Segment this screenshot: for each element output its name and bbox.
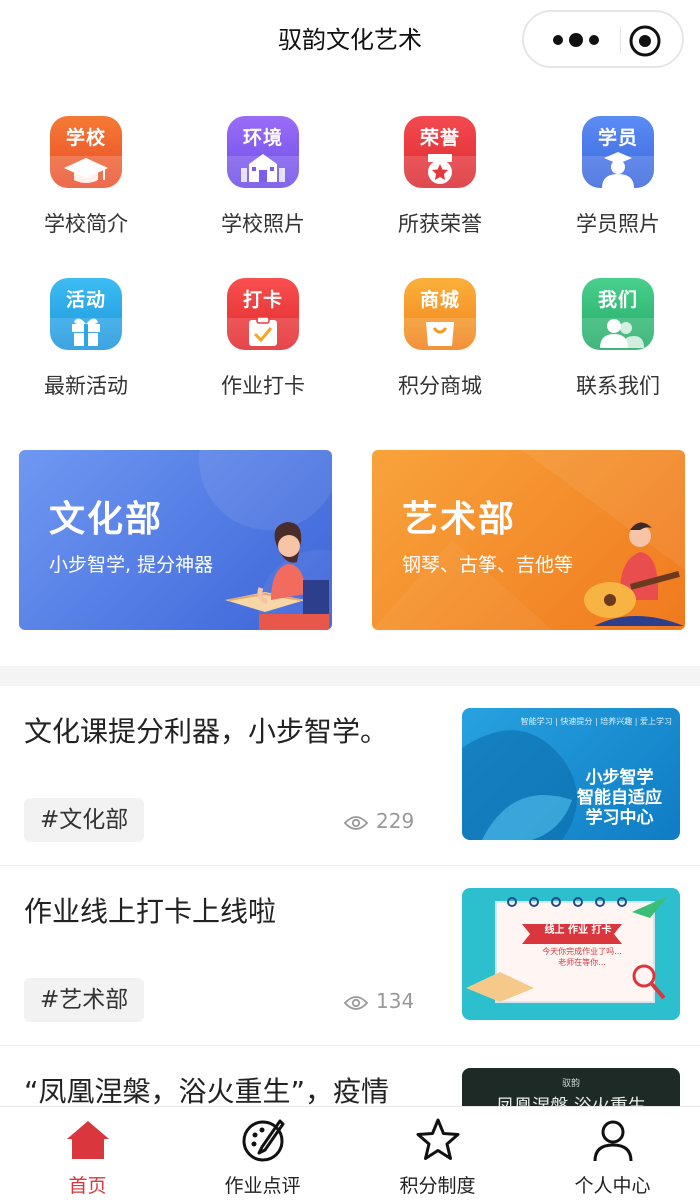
banner-art-dept[interactable]: 艺术部 钢琴、古筝、吉他等 (372, 450, 685, 630)
tile-caption: 环境 (242, 127, 283, 149)
person-icon (593, 1120, 633, 1162)
palette-icon (242, 1119, 285, 1162)
banner-title: 艺术部 (402, 499, 517, 540)
article-tag[interactable]: #文化部 (24, 798, 145, 842)
tile-caption: 荣誉 (419, 127, 460, 149)
bottom-tab-bar: 首页 作业点评 积分制度 个人中心 (0, 1106, 700, 1200)
tile-caption: 学员 (597, 127, 638, 149)
banner-title: 文化部 (49, 499, 164, 540)
view-count: 229 (344, 806, 414, 836)
eye-icon (344, 995, 368, 1010)
tile-caption: 学校 (65, 127, 106, 149)
grid-item-student-photos[interactable]: 学员 学员照片 (548, 116, 688, 266)
tab-profile[interactable]: 个人中心 (525, 1107, 700, 1200)
star-icon (416, 1118, 460, 1160)
grid-item-activities[interactable]: 活动 最新活动 (16, 278, 156, 428)
thumbnail-text: 小步智学 智能自适应 学习中心 (577, 768, 662, 828)
view-count: 134 (344, 986, 414, 1016)
view-count-value: 229 (376, 809, 415, 833)
grid-label: 最新活动 (44, 374, 128, 398)
tab-label: 个人中心 (574, 1175, 651, 1197)
banner-culture-dept[interactable]: 文化部 小步智学, 提分神器 (19, 450, 332, 630)
grid-label: 学员照片 (576, 212, 660, 236)
environment-tile: 环境 (227, 116, 299, 188)
more-icon[interactable] (544, 26, 608, 54)
thumbnail-line: 智能自适应 (577, 788, 662, 808)
honor-tile: 荣誉 (404, 116, 476, 188)
section-divider (0, 666, 700, 686)
thumbnail-line: 小步智学 (585, 768, 654, 788)
thumbnail-top-caption: 驭韵 (561, 1079, 580, 1089)
student-tile: 学员 (582, 116, 654, 188)
close-target-icon[interactable] (628, 24, 662, 58)
activity-tile: 活动 (50, 278, 122, 350)
tab-label: 积分制度 (399, 1175, 476, 1197)
thumbnail-text: 今天你完成作业了吗... 老师在等你... (522, 946, 642, 968)
tab-homework-review[interactable]: 作业点评 (175, 1107, 350, 1200)
tile-caption: 商城 (419, 289, 460, 311)
article-item[interactable]: 作业线上打卡上线啦 #艺术部 134 线上 作业 打卡 今天你完成作业了吗...… (0, 866, 700, 1046)
nav-header: 驭韵文化艺术 (0, 0, 700, 76)
article-tag[interactable]: #艺术部 (24, 978, 145, 1022)
grid-label: 积分商城 (398, 374, 482, 398)
article-thumbnail: 线上 作业 打卡 今天你完成作业了吗... 老师在等你... (462, 888, 680, 1020)
grid-label: 作业打卡 (221, 374, 305, 398)
home-icon (67, 1121, 109, 1159)
thumbnail-line: 今天你完成作业了吗... (542, 947, 622, 956)
thumbnail-ribbon: 线上 作业 打卡 (544, 925, 612, 936)
mini-program-capsule (522, 10, 684, 68)
thumbnail-line: 学习中心 (585, 808, 654, 828)
banner-subtitle: 钢琴、古筝、吉他等 (402, 554, 574, 576)
banner-subtitle: 小步智学, 提分神器 (49, 554, 214, 576)
article-title: “凤凰涅槃，浴火重生”，疫情 (24, 1075, 390, 1108)
tile-caption: 活动 (65, 289, 106, 311)
thumbnail-top-caption: 智能学习 | 快速提分 | 培养兴趣 | 爱上学习 (520, 717, 672, 726)
grid-item-honors[interactable]: 荣誉 所获荣誉 (370, 116, 510, 266)
article-title: 文化课提分利器，小步智学。 (24, 715, 389, 748)
capsule-divider (620, 26, 621, 54)
checkin-tile: 打卡 (227, 278, 299, 350)
grid-label: 学校简介 (44, 212, 128, 236)
tile-caption: 打卡 (242, 289, 283, 311)
tab-label: 作业点评 (224, 1175, 301, 1197)
article-item[interactable]: 文化课提分利器，小步智学。 #文化部 229 智能学习 | 快速提分 | 培养兴… (0, 686, 700, 866)
grid-item-school-photos[interactable]: 环境 学校照片 (193, 116, 333, 266)
contact-tile: 我们 (582, 278, 654, 350)
mall-tile: 商城 (404, 278, 476, 350)
grid-label: 联系我们 (576, 374, 660, 398)
tab-points-system[interactable]: 积分制度 (350, 1107, 525, 1200)
tab-home[interactable]: 首页 (0, 1107, 175, 1200)
grid-item-homework-checkin[interactable]: 打卡 作业打卡 (193, 278, 333, 428)
article-thumbnail: 智能学习 | 快速提分 | 培养兴趣 | 爱上学习 小步智学 智能自适应 学习中… (462, 708, 680, 840)
view-count-value: 134 (376, 989, 415, 1013)
tab-label: 首页 (68, 1175, 107, 1197)
grid-item-school-intro[interactable]: 学校 学校简介 (16, 116, 156, 266)
app-page: 驭韵文化艺术 学校 学校简介 环境 学校照片 荣誉 所获荣誉 学员 学员照片 活… (0, 0, 700, 1200)
grid-item-points-mall[interactable]: 商城 积分商城 (370, 278, 510, 428)
school-tile: 学校 (50, 116, 122, 188)
grid-item-contact-us[interactable]: 我们 联系我们 (548, 278, 688, 428)
eye-icon (344, 815, 368, 830)
article-title: 作业线上打卡上线啦 (24, 895, 277, 928)
thumbnail-line: 老师在等你... (558, 958, 606, 967)
grid-label: 学校照片 (221, 212, 305, 236)
grid-label: 所获荣誉 (398, 212, 482, 236)
tile-caption: 我们 (597, 289, 638, 311)
